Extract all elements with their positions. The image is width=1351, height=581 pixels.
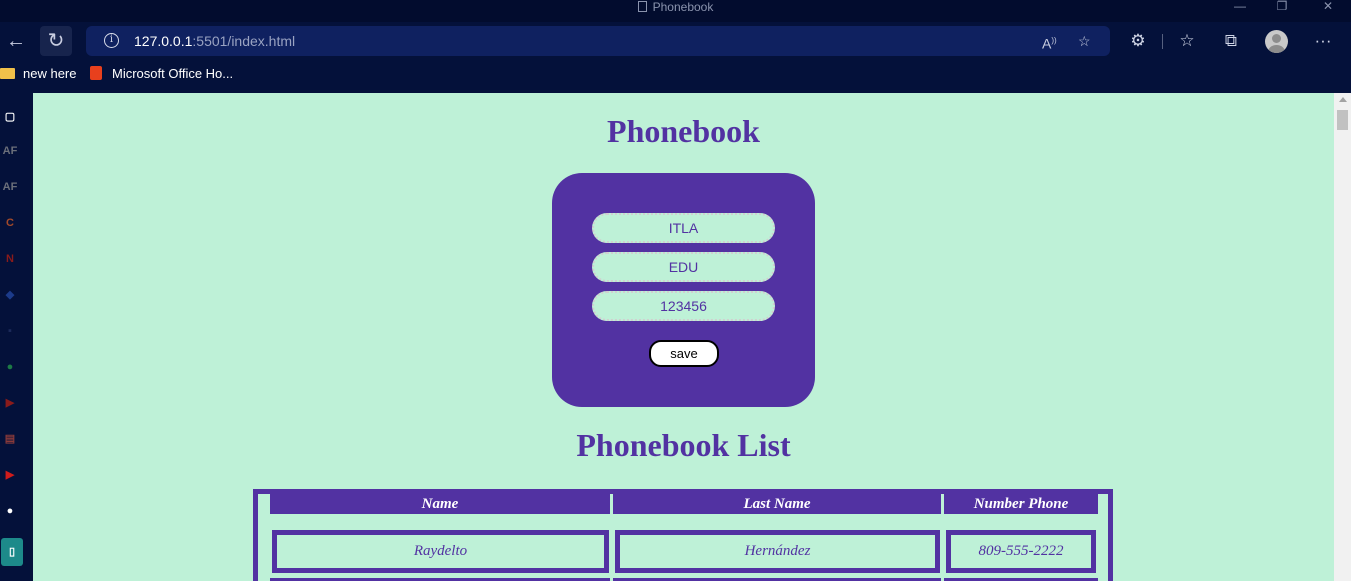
extensions-icon[interactable]: ⚙ xyxy=(1123,26,1153,56)
vertical-scrollbar[interactable] xyxy=(1334,93,1351,581)
document-icon[interactable]: ▯ xyxy=(1,538,23,566)
cell-number-phone: 809-555-2222 xyxy=(946,530,1096,573)
spotify-icon[interactable]: ● xyxy=(1,358,19,376)
url-text[interactable]: 127.0.0.1:5501/index.html xyxy=(134,26,295,56)
collections-icon[interactable]: ⧉ xyxy=(1216,26,1246,56)
name-input[interactable]: ITLA xyxy=(592,213,775,243)
scroll-up-arrow-icon[interactable] xyxy=(1339,97,1347,102)
navigation-bar: ← ↻ i 127.0.0.1:5501/index.html A)) ☆ ⚙ … xyxy=(0,22,1351,60)
page-viewport: Phonebook ITLA EDU 123456 save Phonebook… xyxy=(33,93,1334,581)
reload-icon[interactable]: ↻ xyxy=(40,26,72,56)
cell-last-name: Hernández xyxy=(615,530,940,573)
edge-sidebar: ▢ AF AF C N ◆ ▪ ● ▶ ▤ ▶ ● ▯ xyxy=(0,92,32,581)
list-title: Phonebook List xyxy=(576,427,791,463)
read-aloud-icon[interactable]: A)) xyxy=(1042,26,1057,59)
cell-name: Raydelto xyxy=(272,530,609,573)
netflix-icon[interactable]: N xyxy=(1,250,19,268)
more-menu-icon[interactable]: ··· xyxy=(1308,26,1338,56)
contact-form: ITLA EDU 123456 save xyxy=(552,173,815,407)
af-icon[interactable]: AF xyxy=(1,142,19,160)
pdf-icon[interactable]: ▤ xyxy=(1,430,19,448)
bookmark-microsoft-office[interactable]: Microsoft Office Ho... xyxy=(90,60,233,88)
phone-input[interactable]: 123456 xyxy=(592,291,775,321)
profile-avatar[interactable] xyxy=(1265,30,1288,53)
youtube-icon[interactable]: ▶ xyxy=(1,466,19,484)
bookmarks-bar: new here Microsoft Office Ho... xyxy=(0,60,1351,90)
header-name: Name xyxy=(270,494,610,514)
header-number-phone: Number Phone xyxy=(944,494,1098,514)
lastname-input[interactable]: EDU xyxy=(592,252,775,282)
restore-button[interactable]: ❐ xyxy=(1262,0,1302,14)
phonebook-table: Name Last Name Number Phone Raydelto Her… xyxy=(253,489,1113,581)
favorites-icon[interactable]: ☆ xyxy=(1172,26,1202,56)
github-icon[interactable]: ● xyxy=(1,502,19,520)
back-arrow-icon[interactable]: ← xyxy=(0,26,32,56)
minimize-button[interactable]: — xyxy=(1220,0,1260,14)
address-bar[interactable]: i 127.0.0.1:5501/index.html A)) ☆ xyxy=(86,26,1110,56)
app-icon[interactable]: ▪ xyxy=(1,322,19,340)
scroll-thumb[interactable] xyxy=(1337,110,1348,130)
header-last-name: Last Name xyxy=(613,494,941,514)
folder-icon xyxy=(0,68,15,79)
save-button[interactable]: save xyxy=(649,340,719,367)
crunchyroll-icon[interactable]: C xyxy=(1,214,19,232)
app-icon[interactable]: ◆ xyxy=(1,286,19,304)
window-title-bar: Phonebook — ❐ ✕ xyxy=(0,0,1351,22)
window-title: Phonebook xyxy=(0,0,1351,22)
youtube-icon[interactable]: ▶ xyxy=(1,394,19,412)
document-icon xyxy=(637,1,647,12)
bookmark-new-here[interactable]: new here xyxy=(0,60,76,88)
page-title: Phonebook xyxy=(607,113,760,149)
toolbar-divider xyxy=(1162,34,1163,49)
info-icon[interactable]: i xyxy=(104,33,119,48)
close-button[interactable]: ✕ xyxy=(1308,0,1348,14)
af-icon[interactable]: AF xyxy=(1,178,19,196)
add-favorite-icon[interactable]: ☆ xyxy=(1078,26,1091,56)
office-icon xyxy=(90,66,102,80)
tabs-icon[interactable]: ▢ xyxy=(1,108,19,126)
